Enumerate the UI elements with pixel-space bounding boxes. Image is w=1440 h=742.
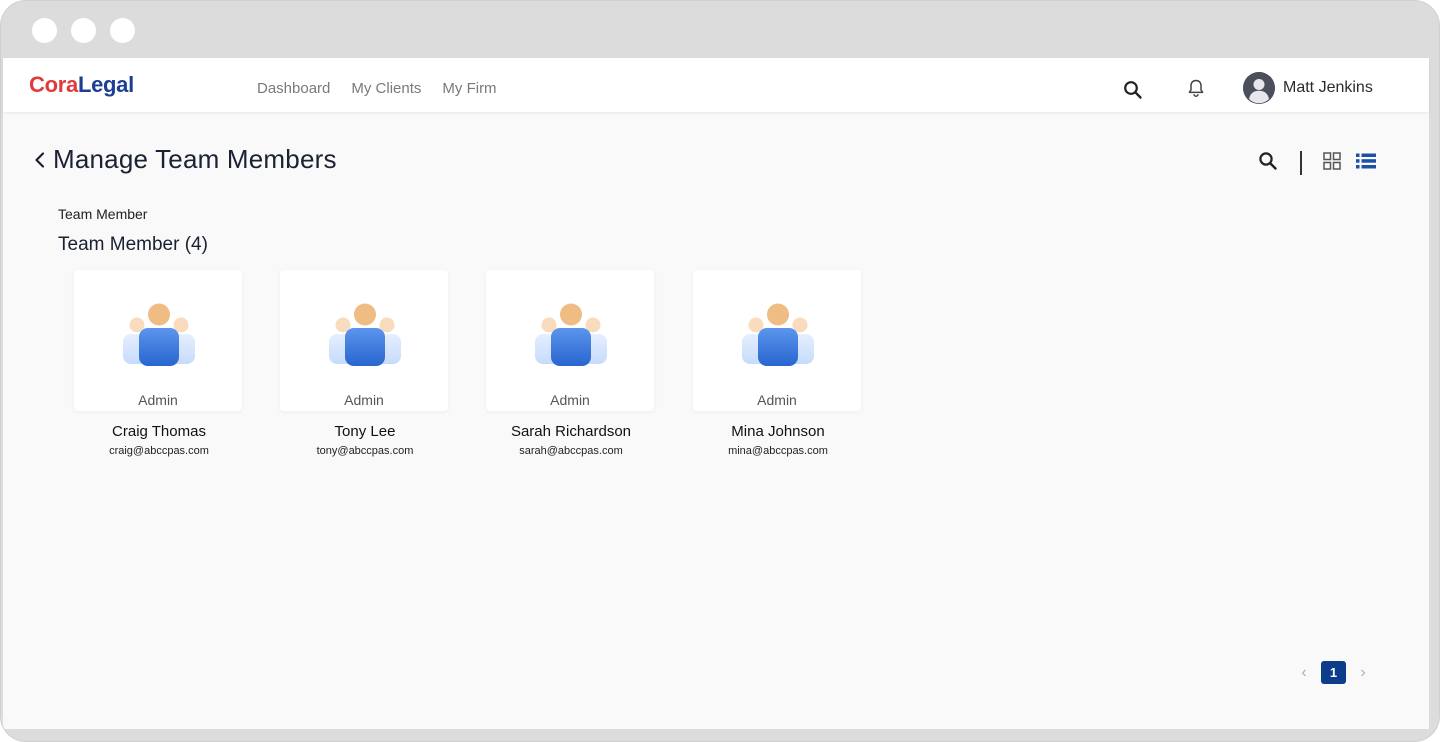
section-label: Team Member: [58, 206, 148, 222]
brand-logo-part2: Legal: [77, 72, 134, 97]
bell-icon[interactable]: [1186, 78, 1206, 98]
main-nav: Dashboard My Clients My Firm: [257, 80, 497, 97]
member-name[interactable]: Tony Lee: [280, 423, 450, 440]
grid-view-icon[interactable]: [1323, 152, 1341, 170]
member-role: Admin: [550, 392, 590, 408]
member-search-icon[interactable]: [1258, 151, 1278, 171]
team-icon: [535, 303, 607, 366]
nav-item-my-firm[interactable]: My Firm: [442, 80, 496, 97]
top-navigation-bar: CoraLegal Dashboard My Clients My Firm M…: [3, 58, 1429, 112]
browser-window: CoraLegal Dashboard My Clients My Firm M…: [0, 0, 1440, 742]
team-icon: [123, 303, 195, 366]
member-card[interactable]: Admin Craig Thomas craig@abccpas.com: [74, 270, 244, 457]
search-icon[interactable]: [1123, 80, 1143, 100]
member-email: sarah@abccpas.com: [519, 445, 623, 457]
member-email: craig@abccpas.com: [109, 445, 209, 457]
member-card-tile[interactable]: Admin: [693, 270, 861, 411]
nav-item-my-clients[interactable]: My Clients: [351, 80, 421, 97]
nav-item-dashboard[interactable]: Dashboard: [257, 80, 330, 97]
member-email: mina@abccpas.com: [728, 445, 828, 457]
member-role: Admin: [344, 392, 384, 408]
member-card[interactable]: Admin Mina Johnson mina@abccpas.com: [693, 270, 863, 457]
brand-logo[interactable]: CoraLegal: [29, 72, 134, 98]
window-maximize-dot[interactable]: [110, 18, 135, 43]
window-close-dot[interactable]: [32, 18, 57, 43]
team-icon: [742, 303, 814, 366]
avatar[interactable]: [1243, 72, 1275, 104]
member-name[interactable]: Craig Thomas: [74, 423, 244, 440]
brand-logo-part1: Cora: [29, 72, 78, 97]
page-title: Manage Team Members: [53, 144, 337, 174]
app-content: CoraLegal Dashboard My Clients My Firm M…: [3, 58, 1429, 729]
pagination-next-button[interactable]: ›: [1358, 664, 1368, 682]
member-name[interactable]: Mina Johnson: [693, 423, 863, 440]
pagination: ‹ 1 ›: [1299, 661, 1368, 684]
member-email: tony@abccpas.com: [316, 445, 414, 457]
member-card[interactable]: Admin Sarah Richardson sarah@abccpas.com: [486, 270, 656, 457]
member-card[interactable]: Admin Tony Lee tony@abccpas.com: [280, 270, 450, 457]
section-heading: Team Member (4): [58, 234, 208, 255]
member-role: Admin: [757, 392, 797, 408]
member-card-tile[interactable]: Admin: [74, 270, 242, 411]
user-name[interactable]: Matt Jenkins: [1283, 79, 1373, 97]
toolbar-divider: [1300, 151, 1302, 175]
member-role: Admin: [138, 392, 178, 408]
window-controls: [32, 18, 135, 43]
back-icon[interactable]: [33, 151, 47, 169]
window-minimize-dot[interactable]: [71, 18, 96, 43]
pagination-page-1[interactable]: 1: [1321, 661, 1346, 684]
pagination-prev-button[interactable]: ‹: [1299, 664, 1309, 682]
list-view-icon[interactable]: [1356, 153, 1376, 169]
member-card-tile[interactable]: Admin: [280, 270, 448, 411]
team-icon: [329, 303, 401, 366]
member-name[interactable]: Sarah Richardson: [486, 423, 656, 440]
member-card-tile[interactable]: Admin: [486, 270, 654, 411]
